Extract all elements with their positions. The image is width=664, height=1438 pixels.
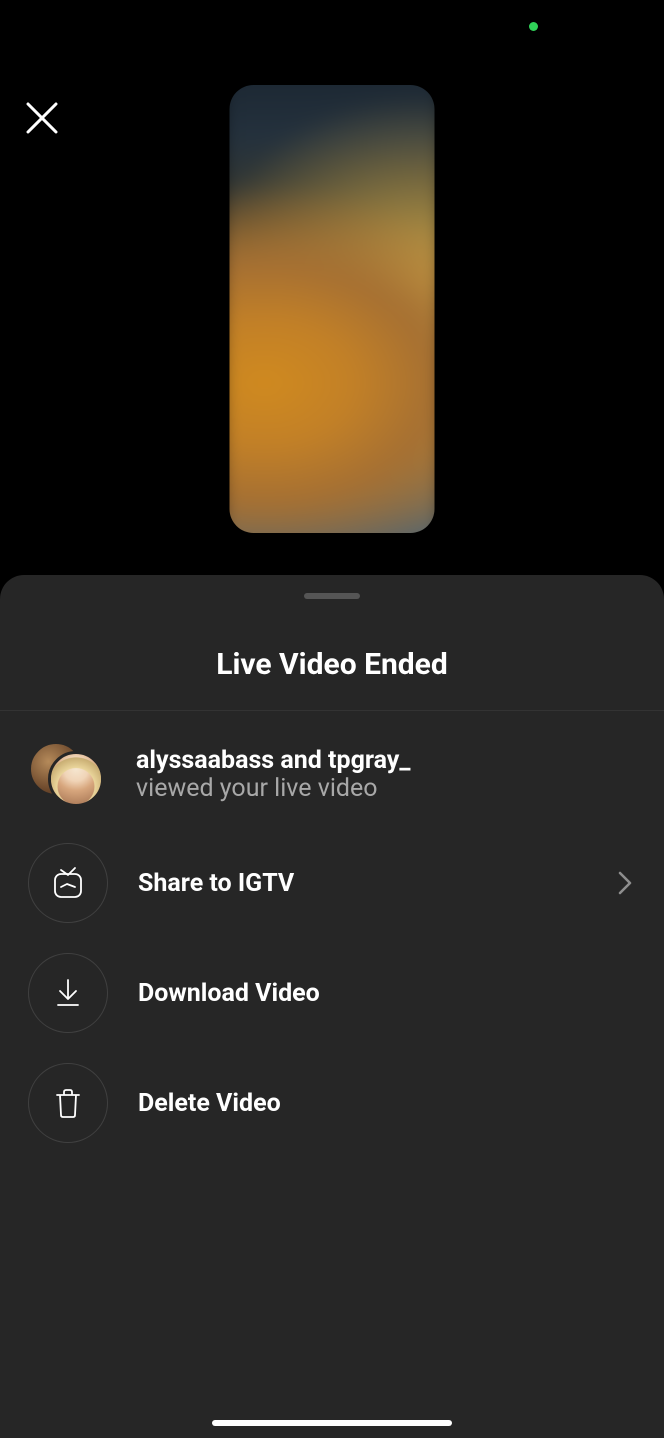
home-indicator[interactable]: [212, 1420, 452, 1426]
trash-icon: [28, 1063, 108, 1143]
viewers-subtext: viewed your live video: [136, 774, 636, 803]
viewers-names: alyssaabass and tpgray_: [136, 746, 636, 775]
share-to-igtv-button[interactable]: Share to IGTV: [28, 843, 636, 923]
bottom-sheet: Live Video Ended alyssaabass and tpgray_…: [0, 575, 664, 1438]
close-icon: [25, 101, 59, 135]
download-icon: [28, 953, 108, 1033]
delete-video-button[interactable]: Delete Video: [28, 1063, 636, 1143]
delete-video-label: Delete Video: [138, 1089, 636, 1118]
avatar: [48, 751, 104, 807]
viewer-avatars: [28, 741, 106, 807]
share-to-igtv-label: Share to IGTV: [138, 869, 584, 898]
live-video-thumbnail: [230, 85, 435, 533]
live-preview-area: [0, 0, 664, 575]
sheet-grabber[interactable]: [304, 593, 360, 599]
viewers-row[interactable]: alyssaabass and tpgray_ viewed your live…: [28, 735, 636, 813]
close-button[interactable]: [22, 98, 62, 138]
sheet-title: Live Video Ended: [0, 647, 664, 682]
download-video-label: Download Video: [138, 979, 636, 1008]
chevron-right-icon: [614, 869, 636, 897]
igtv-icon: [28, 843, 108, 923]
download-video-button[interactable]: Download Video: [28, 953, 636, 1033]
